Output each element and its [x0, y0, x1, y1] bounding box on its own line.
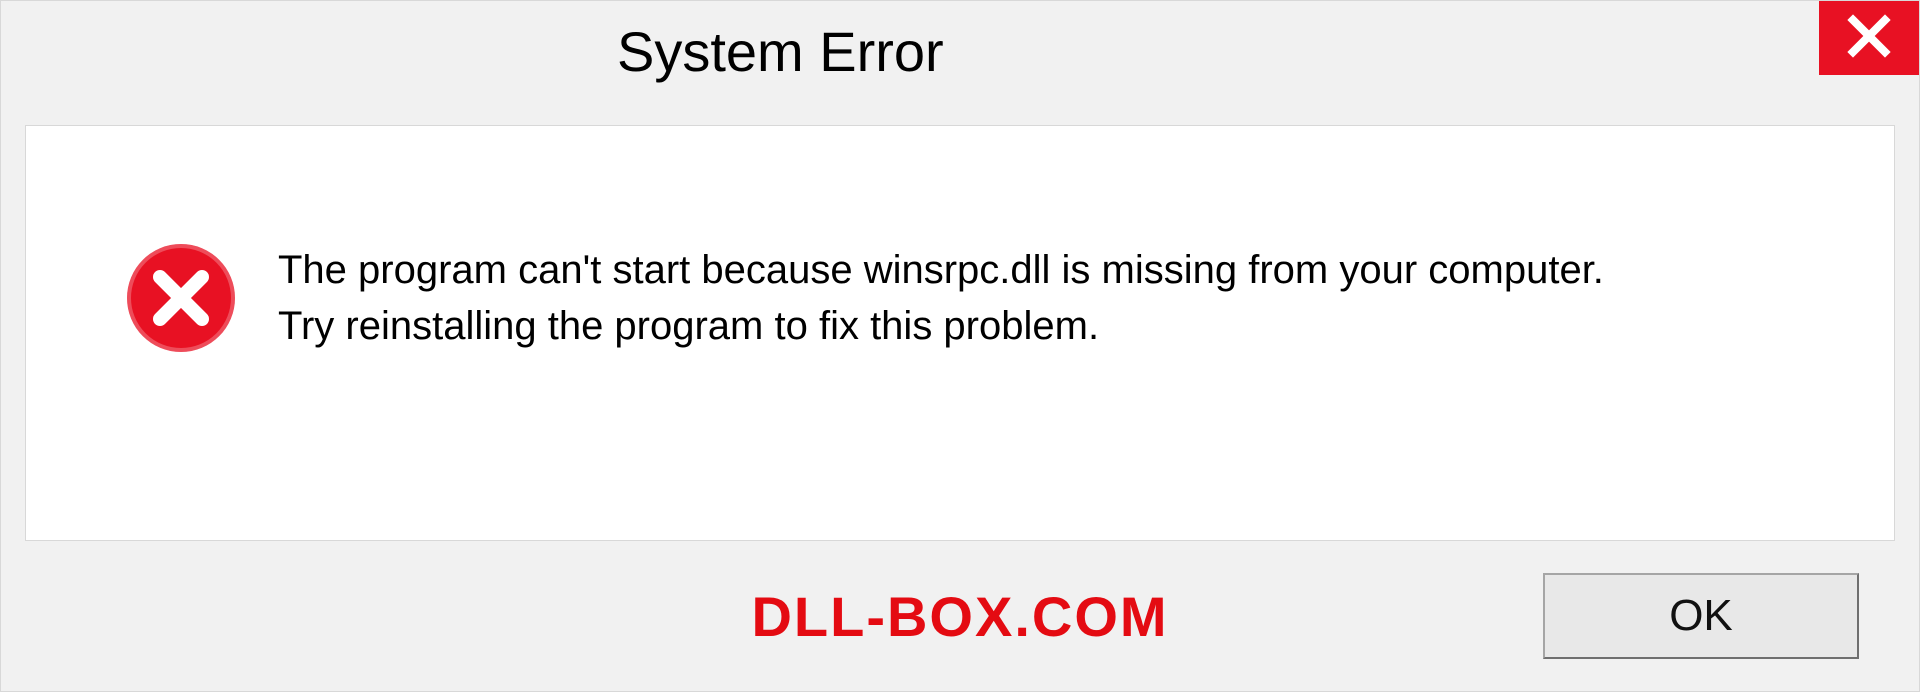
close-icon	[1847, 14, 1891, 63]
titlebar: System Error	[1, 1, 1919, 101]
error-dialog-window: System Error The program can't start bec…	[0, 0, 1920, 692]
error-message-line2: Try reinstalling the program to fix this…	[278, 298, 1604, 354]
close-button[interactable]	[1819, 1, 1919, 75]
error-icon	[126, 243, 236, 353]
ok-button[interactable]: OK	[1543, 573, 1859, 659]
ok-button-label: OK	[1669, 591, 1733, 641]
error-message-line1: The program can't start because winsrpc.…	[278, 242, 1604, 298]
error-message: The program can't start because winsrpc.…	[278, 242, 1604, 354]
dialog-footer: DLL-BOX.COM OK	[1, 541, 1919, 691]
watermark-text: DLL-BOX.COM	[751, 584, 1168, 649]
dialog-title: System Error	[617, 19, 944, 84]
dialog-body: The program can't start because winsrpc.…	[25, 125, 1895, 541]
